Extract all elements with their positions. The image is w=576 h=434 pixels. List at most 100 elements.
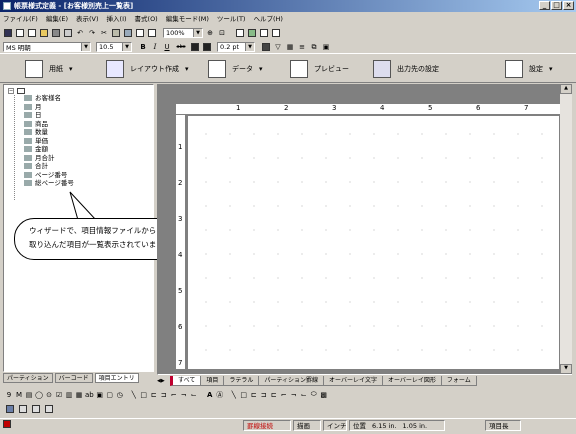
menu-edit[interactable]: 編集(E) bbox=[46, 13, 68, 23]
arrange-icon[interactable]: ⧉ bbox=[309, 42, 319, 52]
rect2-tool-icon[interactable]: □ bbox=[240, 391, 248, 399]
layout-view-icon[interactable] bbox=[18, 404, 28, 414]
open-icon[interactable] bbox=[39, 28, 49, 38]
scroll-up-icon[interactable]: ▲ bbox=[560, 84, 572, 94]
clock-tool-icon[interactable]: ◷ bbox=[116, 391, 124, 399]
tree-item[interactable]: 月合計 bbox=[8, 154, 74, 163]
paint-icon[interactable] bbox=[261, 42, 271, 52]
form-canvas[interactable] bbox=[188, 116, 559, 369]
bracket-right-tool-icon[interactable]: ⊐ bbox=[160, 391, 168, 399]
bracket5-tool-icon[interactable]: ⊏ bbox=[270, 391, 278, 399]
new-icon[interactable] bbox=[15, 28, 25, 38]
text-box-tool-icon[interactable]: Ⓐ bbox=[216, 390, 224, 400]
picture-tool-icon[interactable]: ▩ bbox=[320, 391, 328, 399]
filter-icon[interactable]: ▽ bbox=[273, 42, 283, 52]
layout-icon[interactable] bbox=[147, 28, 157, 38]
circle-tool-icon[interactable]: ◯ bbox=[35, 391, 43, 399]
tab-barcode[interactable]: バーコード bbox=[54, 372, 93, 383]
tree-item[interactable]: 合計 bbox=[8, 162, 74, 171]
tab-overlay-text[interactable]: オーバーレイ文字 bbox=[323, 375, 383, 386]
split-view-icon[interactable] bbox=[31, 404, 41, 414]
checkbox-tool-icon[interactable]: ☑ bbox=[55, 391, 63, 399]
corner5-tool-icon[interactable]: ¬ bbox=[290, 391, 298, 399]
band-view-icon[interactable] bbox=[44, 404, 54, 414]
corner4-tool-icon[interactable]: ⌐ bbox=[280, 391, 288, 399]
preview-button[interactable]: プレビュー bbox=[290, 54, 349, 84]
tab-overlay-shapes[interactable]: オーバーレイ図形 bbox=[381, 375, 442, 386]
tree-item[interactable]: 商品 bbox=[8, 120, 74, 129]
bracket4-tool-icon[interactable]: ⊐ bbox=[260, 391, 268, 399]
bracket-left-tool-icon[interactable]: ⊏ bbox=[150, 391, 158, 399]
menu-format[interactable]: 書式(O) bbox=[135, 13, 158, 23]
distribute-icon[interactable]: ≡ bbox=[297, 42, 307, 52]
tree-item[interactable]: ページ番号 bbox=[8, 171, 74, 180]
close-button[interactable]: × bbox=[563, 1, 574, 10]
box-tool-icon[interactable]: □ bbox=[140, 391, 148, 399]
tree-item[interactable]: 数量 bbox=[8, 128, 74, 137]
fill-color-icon[interactable] bbox=[190, 42, 200, 52]
tree-item[interactable]: 日 bbox=[8, 111, 74, 120]
page-view-icon[interactable] bbox=[5, 404, 15, 414]
copy-icon[interactable] bbox=[27, 28, 37, 38]
tree-item[interactable]: 月 bbox=[8, 103, 74, 112]
tree-item[interactable]: 金額 bbox=[8, 145, 74, 154]
corner-tool-icon[interactable]: ⌐ bbox=[170, 391, 178, 399]
grid-icon[interactable] bbox=[135, 28, 145, 38]
align-icon[interactable]: ▦ bbox=[285, 42, 295, 52]
layout-button[interactable]: レイアウト作成 ▾ bbox=[106, 54, 189, 84]
collapse-icon[interactable]: − bbox=[8, 88, 14, 94]
zoom-in-icon[interactable]: ⊕ bbox=[205, 28, 215, 38]
view-list-icon[interactable] bbox=[259, 28, 269, 38]
tab-form[interactable]: フォーム bbox=[440, 375, 477, 386]
radio-tool-icon[interactable]: ⊙ bbox=[45, 391, 53, 399]
group-icon[interactable]: ▣ bbox=[321, 42, 331, 52]
mode-tool-icon[interactable]: M bbox=[15, 391, 23, 399]
corner6-tool-icon[interactable]: ⌙ bbox=[300, 391, 308, 399]
tab-item-entry[interactable]: 項目エントリ bbox=[94, 372, 139, 383]
zoom-select[interactable]: 100% ▼ bbox=[163, 27, 203, 38]
paste-icon[interactable] bbox=[111, 28, 121, 38]
font-select[interactable]: MS 明朝 ▼ bbox=[3, 41, 91, 52]
barcode-tool-icon[interactable]: ▥ bbox=[65, 391, 73, 399]
settings-button[interactable]: 設定 ▾ bbox=[505, 54, 553, 84]
strikethrough-button[interactable]: abc bbox=[174, 42, 188, 52]
bracket3-tool-icon[interactable]: ⊏ bbox=[250, 391, 258, 399]
redo-icon[interactable]: ↷ bbox=[87, 28, 97, 38]
corner3-tool-icon[interactable]: ⌙ bbox=[190, 391, 198, 399]
line2-tool-icon[interactable]: ╲ bbox=[230, 391, 238, 399]
form-button[interactable]: 用紙 ▾ bbox=[25, 54, 73, 84]
tab-scroll-icon[interactable]: ◀▶ bbox=[157, 378, 171, 384]
table-tool-icon[interactable]: ▢ bbox=[106, 391, 114, 399]
menu-tools[interactable]: ツール(T) bbox=[217, 13, 246, 23]
tab-all[interactable]: すべて bbox=[170, 375, 202, 386]
underline-button[interactable]: U bbox=[162, 42, 172, 52]
frame-tool-icon[interactable]: ▤ bbox=[25, 391, 33, 399]
view-grid-icon[interactable] bbox=[235, 28, 245, 38]
menu-view[interactable]: 表示(V) bbox=[76, 13, 99, 23]
font-size-select[interactable]: 10.5 ▼ bbox=[96, 41, 132, 52]
view-table-icon[interactable] bbox=[247, 28, 257, 38]
image-tool-icon[interactable]: ▣ bbox=[96, 391, 104, 399]
line-tool-icon[interactable]: ╲ bbox=[130, 391, 138, 399]
undo-icon[interactable]: ↶ bbox=[75, 28, 85, 38]
cut-icon[interactable]: ✂ bbox=[99, 28, 109, 38]
line-width-select[interactable]: 0.2 pt ▼ bbox=[217, 41, 255, 52]
tree-item[interactable]: お客様名 bbox=[8, 94, 74, 103]
view-detail-icon[interactable] bbox=[271, 28, 281, 38]
bold-button[interactable]: B bbox=[138, 42, 148, 52]
output-settings-button[interactable]: 出力先の設定 bbox=[373, 54, 439, 84]
menu-insert[interactable]: 挿入(I) bbox=[107, 13, 127, 23]
tree-item[interactable]: 単価 bbox=[8, 137, 74, 146]
print-preview-icon[interactable] bbox=[63, 28, 73, 38]
scroll-down-icon[interactable]: ▼ bbox=[560, 364, 572, 374]
menu-edit-mode[interactable]: 編集モード(M) bbox=[166, 13, 209, 23]
tab-lateral[interactable]: ラテラル bbox=[223, 375, 260, 386]
chart-tool-icon[interactable]: ▦ bbox=[75, 391, 83, 399]
text-tool-icon[interactable]: A bbox=[206, 391, 214, 399]
print-icon[interactable] bbox=[51, 28, 61, 38]
vertical-scrollbar[interactable]: ▲ ▼ bbox=[560, 84, 572, 374]
ellipse-tool-icon[interactable]: ⬭ bbox=[310, 390, 318, 399]
italic-button[interactable]: I bbox=[150, 42, 160, 52]
line-color-icon[interactable] bbox=[202, 42, 212, 52]
tab-items[interactable]: 項目 bbox=[200, 375, 225, 386]
